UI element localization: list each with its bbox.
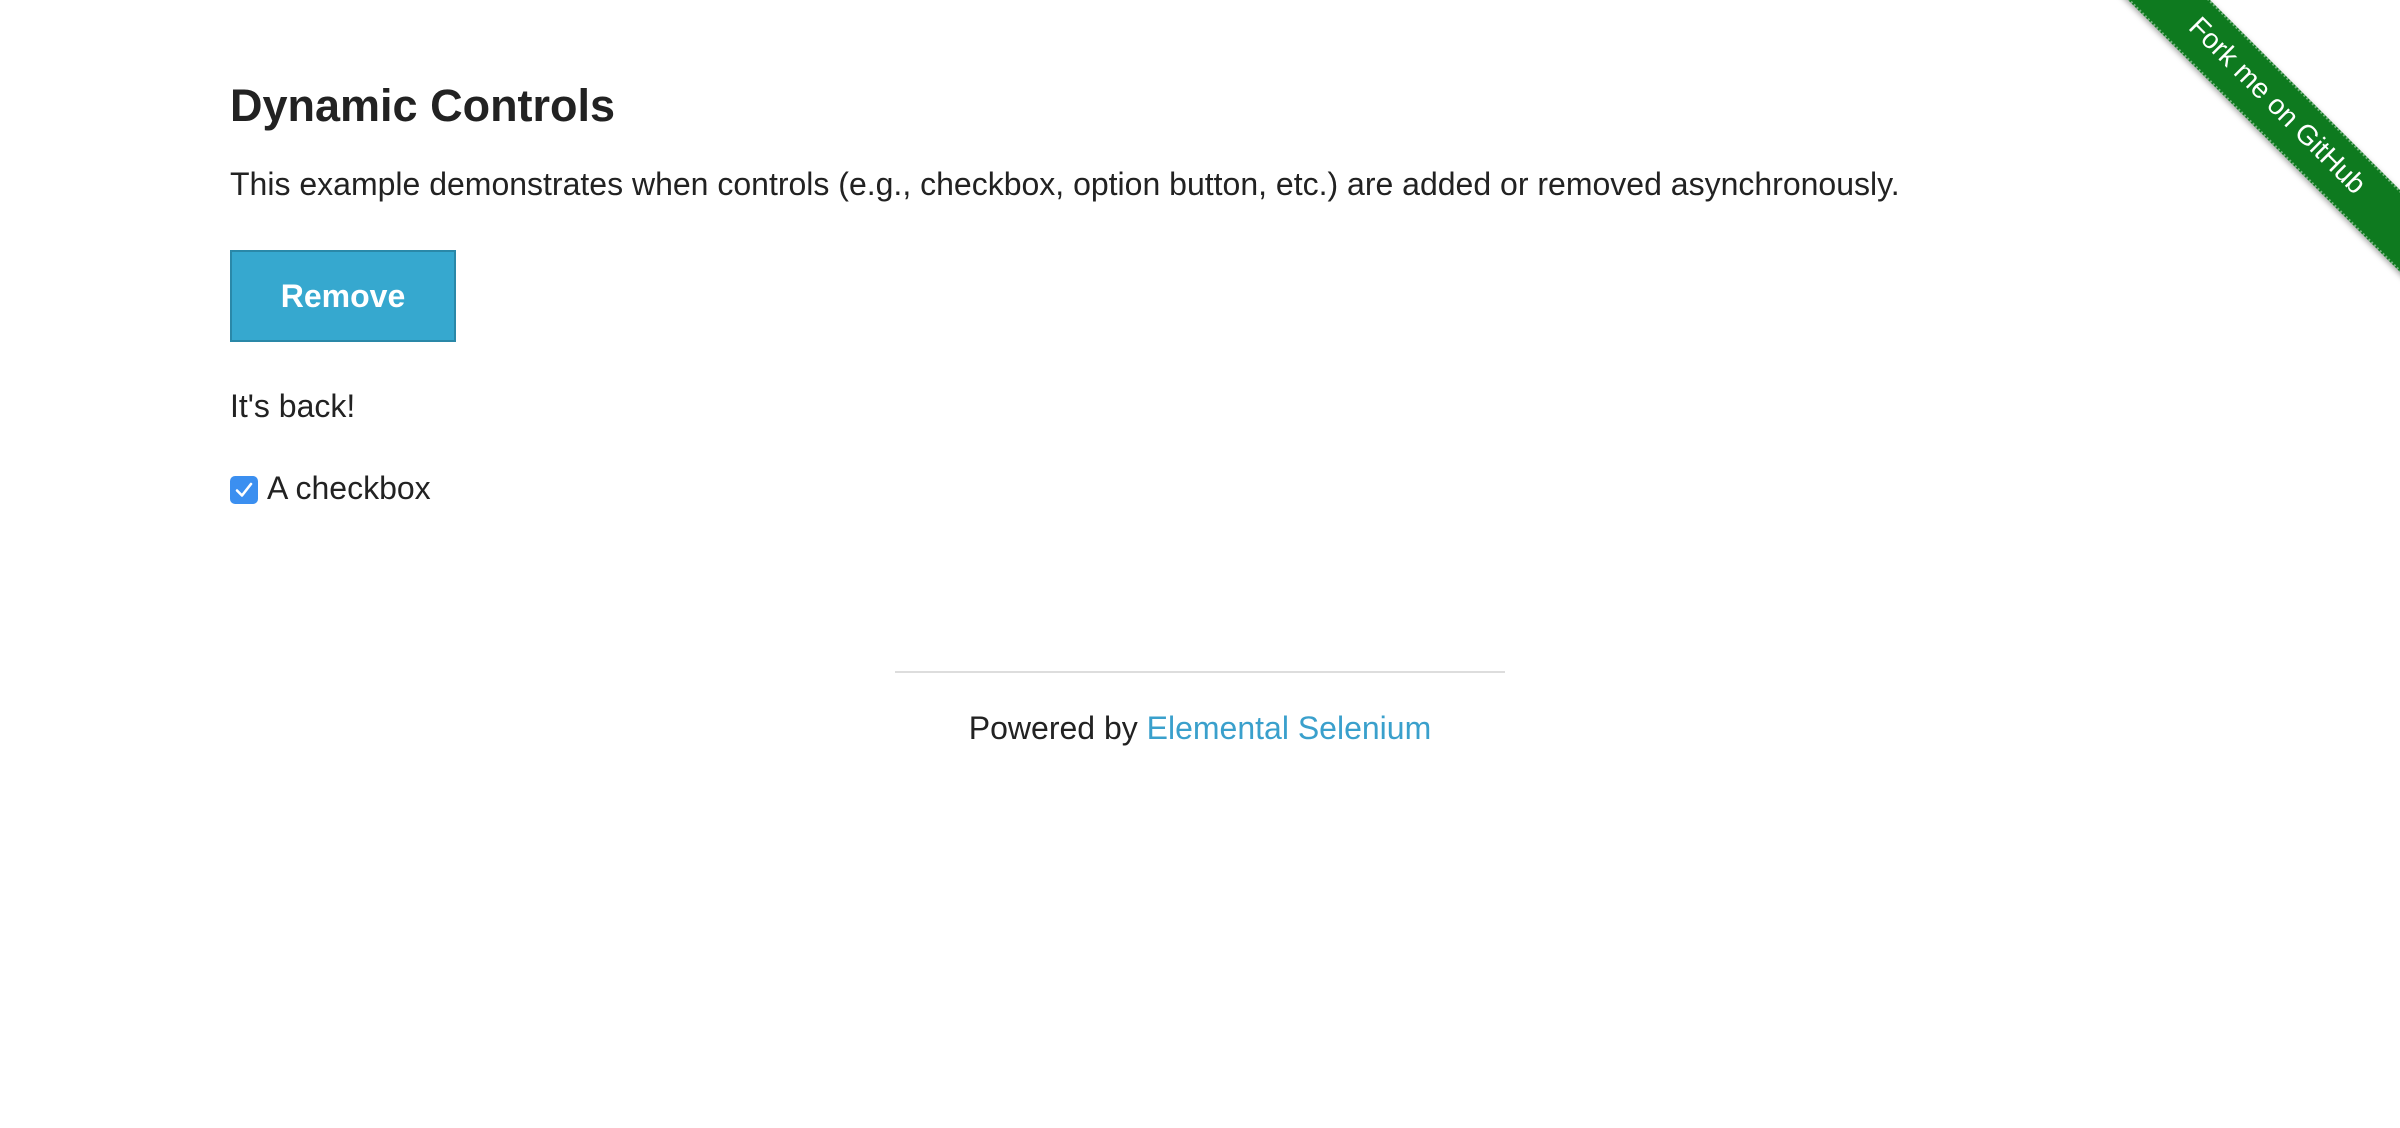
page-title: Dynamic Controls [230,80,616,131]
checkbox-checked[interactable] [230,476,258,504]
elemental-selenium-link[interactable]: Elemental Selenium [1147,710,1432,746]
footer-prefix: Powered by [968,710,1147,746]
checkbox-label: A checkbox [267,470,431,506]
footer-divider [895,671,1505,673]
remove-button[interactable]: Remove [230,250,456,342]
page: Dynamic Controls This example demonstrat… [0,0,2400,1128]
checkbox-row[interactable]: A checkbox [230,466,431,510]
footer: Powered by Elemental Selenium [0,706,2400,750]
checkmark-icon [235,482,253,497]
fork-me-on-github-ribbon[interactable]: Fork me on GitHub [2100,0,2400,284]
status-message: It's back! [230,388,356,424]
github-ribbon-wrapper: Fork me on GitHub [2100,0,2400,300]
page-description: This example demonstrates when controls … [230,166,1900,202]
